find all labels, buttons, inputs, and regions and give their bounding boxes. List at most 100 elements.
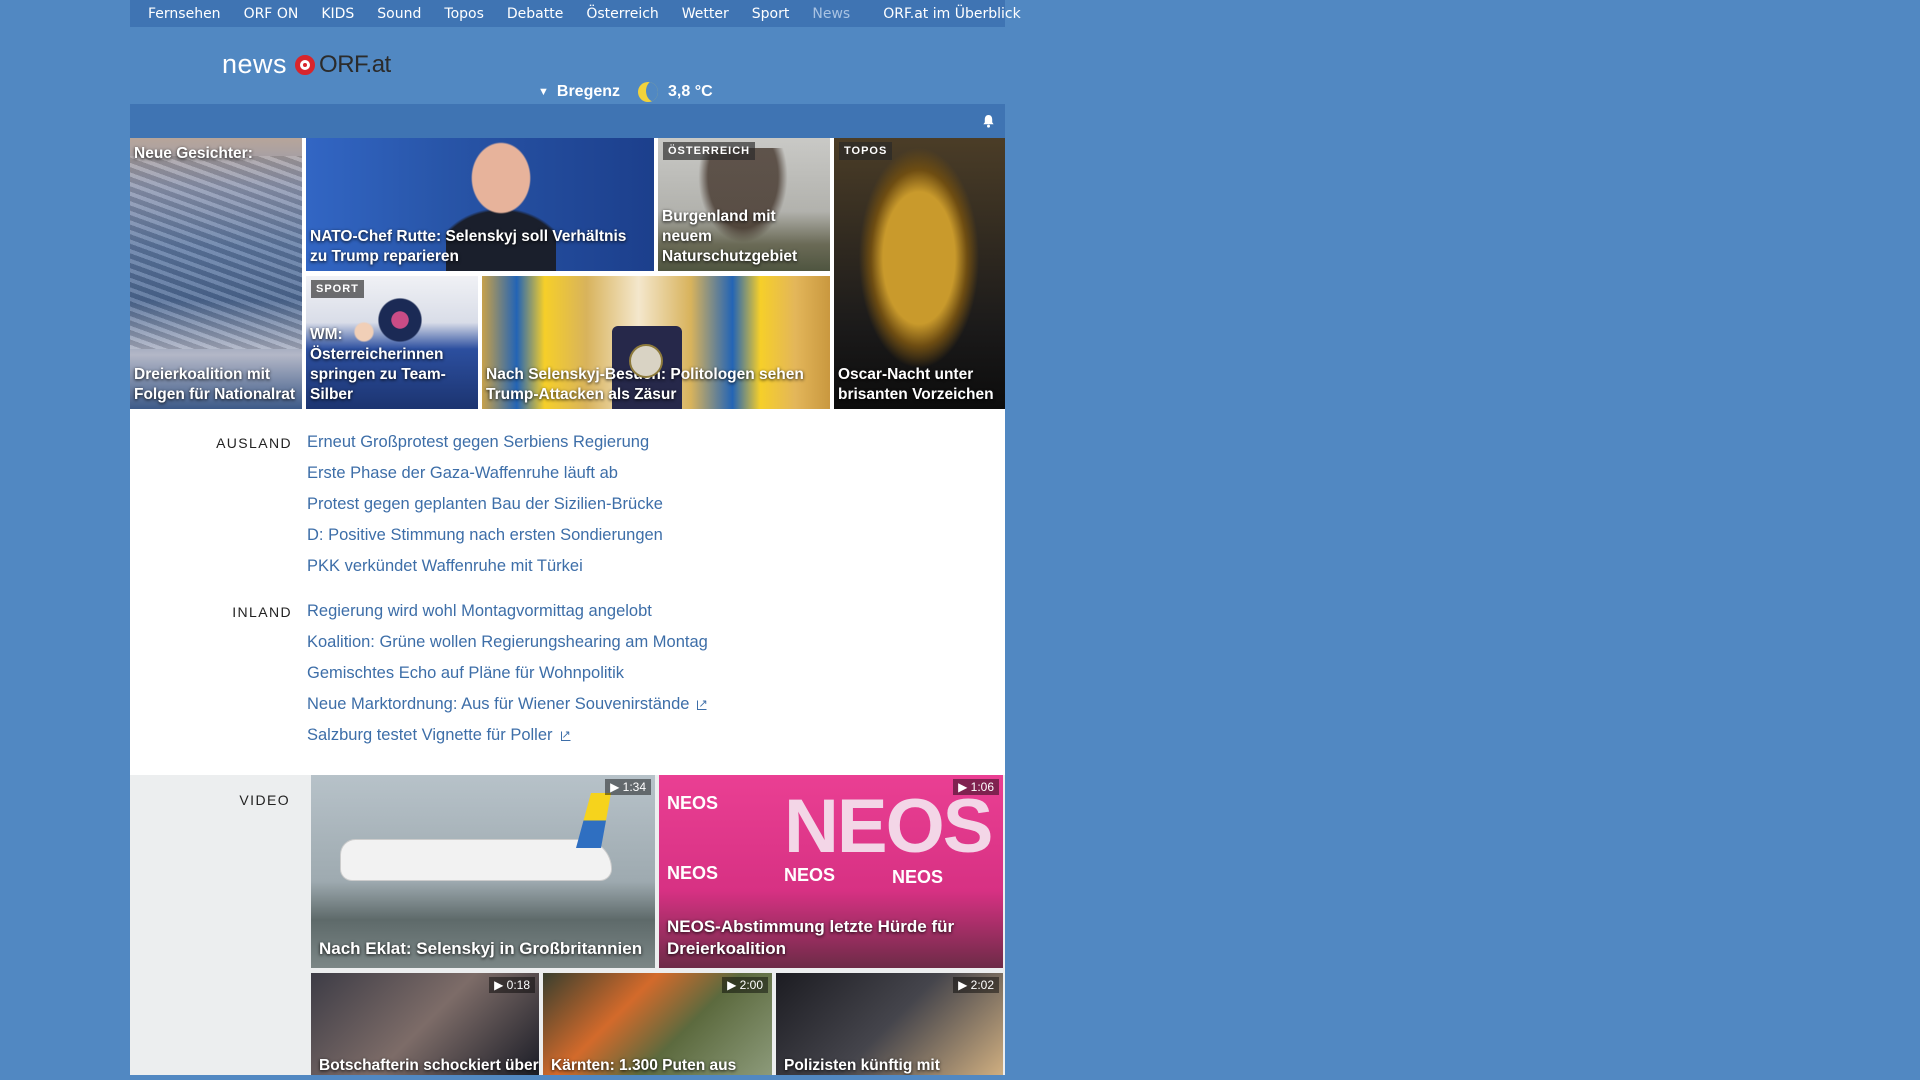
nav-fernsehen[interactable]: Fernsehen: [148, 6, 221, 22]
logo-orf-text: ORF.at: [319, 50, 391, 78]
teaser-caption: WM: Österreicherinnen springen zu Team-S…: [310, 326, 446, 403]
nav-wetter[interactable]: Wetter: [682, 6, 729, 22]
headline-link[interactable]: Erste Phase der Gaza-Waffenruhe läuft ab: [307, 464, 618, 482]
external-link-icon: [697, 693, 708, 715]
nav-topos[interactable]: Topos: [444, 6, 483, 22]
teaser-tag: SPORT: [311, 280, 364, 298]
headline-link[interactable]: PKK verkündet Waffenruhe mit Türkei: [307, 557, 583, 575]
duration-text: 1:06: [970, 780, 994, 794]
teaser-oscar[interactable]: TOPOS Oscar-Nacht unter brisanten Vorzei…: [834, 138, 1005, 409]
play-icon: ▶: [727, 978, 740, 992]
video-duration: ▶ 0:18: [489, 977, 535, 993]
play-icon: ▶: [610, 780, 623, 794]
list-item: Regierung wird wohl Montagvormittag ange…: [307, 600, 708, 631]
headline-link[interactable]: Protest gegen geplanten Bau der Sizilien…: [307, 495, 663, 513]
section-video: VIDEO ▶ 1:34 Nach Eklat: Selenskyj in Gr…: [130, 775, 1005, 1075]
teaser-selenskyj-besuch[interactable]: Nach Selenskyj-Besuch: Politologen sehen…: [482, 276, 830, 409]
list-item: Gemischtes Echo auf Pläne für Wohnpoliti…: [307, 662, 708, 693]
neos-logo-large: NEOS: [784, 784, 993, 869]
section-label: INLAND: [232, 604, 292, 620]
nav-debatte[interactable]: Debatte: [507, 6, 563, 22]
video-caption: Botschafterin schockiert über: [319, 1057, 539, 1074]
teaser-grid: Neue Gesichter: Dreierkoalition mit Folg…: [130, 138, 1005, 413]
video-caption: NEOS-Abstimmung letzte Hürde für Dreierk…: [667, 917, 955, 958]
video-neos-abstimmung[interactable]: NEOS NEOS NEOS NEOS NEOS ▶ 1:06 NEOS-Abs…: [659, 775, 1003, 968]
headline-link[interactable]: Koalition: Grüne wollen Regierungshearin…: [307, 633, 708, 651]
weather-widget[interactable]: ▼ Bregenz 3,8 °C: [538, 82, 713, 102]
weather-temperature: 3,8 °C: [668, 83, 713, 100]
list-item: Erste Phase der Gaza-Waffenruhe läuft ab: [307, 462, 663, 493]
video-polizisten[interactable]: ▶ 2:02 Polizisten künftig mit: [776, 973, 1003, 1075]
site-header: news ORF.at ▼ Bregenz 3,8 °C: [130, 27, 1005, 104]
headline-link[interactable]: Regierung wird wohl Montagvormittag ange…: [307, 602, 652, 620]
main-content: Neue Gesichter: Dreierkoalition mit Folg…: [130, 104, 1005, 1075]
teaser-caption: Nach Selenskyj-Besuch: Politologen sehen…: [486, 366, 804, 403]
duration-text: 2:00: [739, 978, 763, 992]
video-selenskyj-grossbritannien[interactable]: ▶ 1:34 Nach Eklat: Selenskyj in Großbrit…: [311, 775, 655, 968]
video-botschafterin[interactable]: ▶ 0:18 Botschafterin schockiert über: [311, 973, 539, 1075]
location-dropdown-icon[interactable]: ▼: [538, 86, 549, 98]
top-navigation: Fernsehen ORF ON KIDS Sound Topos Debatt…: [130, 0, 1021, 27]
orf-eye-icon: [295, 54, 316, 75]
video-kaernten-puten[interactable]: ▶ 2:00 Kärnten: 1.300 Puten aus: [543, 973, 772, 1075]
teaser-tag: ÖSTERREICH: [663, 142, 756, 160]
neos-logo-small: NEOS: [667, 793, 719, 813]
nav-sport[interactable]: Sport: [752, 6, 790, 22]
teaser-tag: TOPOS: [839, 142, 893, 160]
neos-logo-small: NEOS: [667, 863, 719, 883]
list-item: Neue Marktordnung: Aus für Wiener Souven…: [307, 693, 708, 724]
teaser-nato-rutte[interactable]: NATO-Chef Rutte: Selenskyj soll Verhältn…: [306, 138, 654, 271]
headline-link[interactable]: Gemischtes Echo auf Pläne für Wohnpoliti…: [307, 664, 624, 682]
play-icon: ▶: [958, 978, 971, 992]
teaser-wm-team-silber[interactable]: SPORT WM: Österreicherinnen springen zu …: [306, 276, 478, 409]
video-duration: ▶ 1:06: [953, 779, 999, 795]
nav-sound[interactable]: Sound: [377, 6, 421, 22]
teaser-burgenland[interactable]: ÖSTERREICH Burgenland mit neuem Natursch…: [658, 138, 830, 271]
duration-text: 1:34: [622, 780, 646, 794]
list-item: Erneut Großprotest gegen Serbiens Regier…: [307, 431, 663, 462]
list-item: Koalition: Grüne wollen Regierungshearin…: [307, 631, 708, 662]
section-inland: INLAND Regierung wird wohl Montagvormitt…: [130, 600, 1005, 775]
external-link-icon: [560, 724, 571, 746]
video-caption: Kärnten: 1.300 Puten aus: [551, 1057, 737, 1074]
list-item: PKK verkündet Waffenruhe mit Türkei: [307, 555, 663, 586]
nav-oesterreich[interactable]: Österreich: [586, 6, 658, 22]
video-duration: ▶ 2:02: [953, 977, 999, 993]
nav-overview[interactable]: ORF.at im Überblick: [883, 6, 1020, 22]
duration-text: 0:18: [506, 978, 530, 992]
headline-link[interactable]: Erneut Großprotest gegen Serbiens Regier…: [307, 433, 649, 451]
weather-city[interactable]: Bregenz: [557, 83, 620, 101]
sub-bar: [130, 104, 1005, 138]
nav-kids[interactable]: KIDS: [321, 6, 354, 22]
list-item: Protest gegen geplanten Bau der Sizilien…: [307, 493, 663, 524]
nav-orf-on[interactable]: ORF ON: [244, 6, 299, 22]
moon-icon: [638, 82, 659, 102]
neos-logo-small: NEOS: [784, 865, 836, 885]
nav-news-active[interactable]: News: [812, 6, 850, 22]
duration-text: 2:02: [970, 978, 994, 992]
list-item: D: Positive Stimmung nach ersten Sondier…: [307, 524, 663, 555]
section-label: AUSLAND: [216, 435, 292, 451]
neos-logo-small: NEOS: [892, 867, 944, 887]
notification-bell-icon[interactable]: [982, 114, 995, 128]
headline-link[interactable]: Neue Marktordnung: Aus für Wiener Souven…: [307, 695, 689, 713]
logo-news-text: news: [222, 49, 288, 79]
play-icon: ▶: [494, 978, 507, 992]
teaser-caption: Burgenland mit neuem Naturschutzgebiet: [662, 208, 798, 265]
video-caption: Polizisten künftig mit: [784, 1057, 940, 1074]
teaser-kicker: Neue Gesichter:: [134, 145, 253, 162]
video-duration: ▶ 2:00: [722, 977, 768, 993]
headline-link[interactable]: D: Positive Stimmung nach ersten Sondier…: [307, 526, 663, 544]
teaser-dreierkoalition[interactable]: Neue Gesichter: Dreierkoalition mit Folg…: [130, 138, 302, 409]
video-caption: Nach Eklat: Selenskyj in Großbritannien: [319, 939, 643, 958]
play-icon: ▶: [958, 780, 971, 794]
list-item: Salzburg testet Vignette für Poller: [307, 724, 708, 755]
site-logo[interactable]: news ORF.at: [222, 49, 391, 80]
headline-link[interactable]: Salzburg testet Vignette für Poller: [307, 726, 553, 744]
teaser-caption: NATO-Chef Rutte: Selenskyj soll Verhältn…: [310, 228, 627, 265]
page-column: Fernsehen ORF ON KIDS Sound Topos Debatt…: [130, 0, 1021, 1075]
section-label: VIDEO: [239, 792, 290, 808]
video-duration: ▶ 1:34: [605, 779, 651, 795]
airplane-image: [341, 840, 611, 880]
teaser-caption: Oscar-Nacht unter brisanten Vorzeichen: [838, 366, 994, 403]
